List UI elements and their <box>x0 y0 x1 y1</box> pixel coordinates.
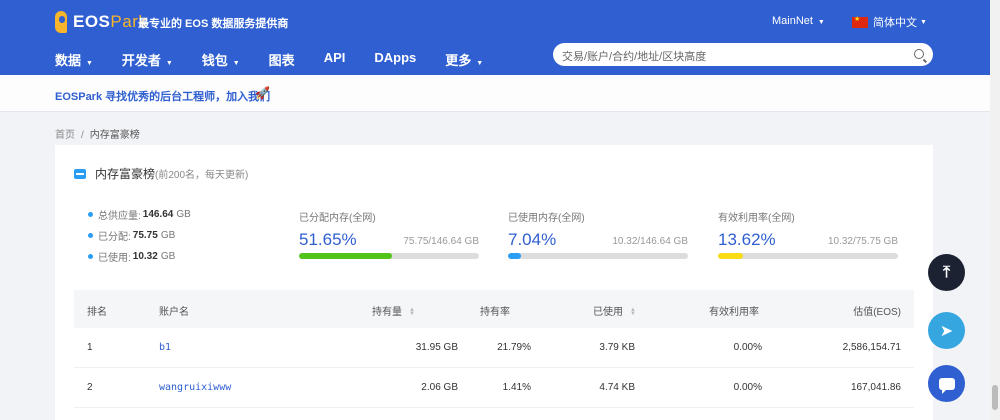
logo[interactable]: EOSPark <box>55 11 147 33</box>
cell-holding: 2.06 GB <box>421 382 458 393</box>
stat-label: 已使用内存(全网) <box>508 213 585 224</box>
cell-valuation: 2,586,154.71 <box>842 342 901 353</box>
chevron-down-icon: ▼ <box>230 60 240 67</box>
cell-holding-rate: 21.79% <box>497 342 531 353</box>
stat-percent: 51.65% <box>299 230 357 249</box>
breadcrumb: 首页 / 内存富豪榜 <box>55 126 140 141</box>
announcement-bar: EOSPark 寻找优秀的后台工程师，加入我们 🚀 <box>0 75 990 112</box>
scrollbar-thumb[interactable] <box>992 385 998 410</box>
page-title: 内存富豪榜 <box>95 167 156 181</box>
cell-efficiency: 0.00% <box>733 342 762 353</box>
account-link[interactable]: b1 <box>159 342 171 353</box>
logo-text: EOSPark <box>73 12 148 31</box>
total-supply: 总供应量: 146.64 GB <box>88 207 191 222</box>
progress-fill <box>299 253 392 259</box>
arrow-up-icon: ⤒ <box>942 263 951 281</box>
progress-bar <box>718 253 898 259</box>
chevron-down-icon: ▼ <box>163 60 173 67</box>
top-header: EOSPark 最专业的 EOS 数据服务提供商 MainNet ▼ 简体中文▼… <box>0 0 1000 75</box>
nav-api[interactable]: API <box>324 50 346 69</box>
search-icon[interactable] <box>914 49 924 59</box>
chat-icon <box>938 377 955 394</box>
col-holding[interactable]: 持有量 ▲ ▼ <box>372 303 415 318</box>
col-valuation: 估值(EOS) <box>853 307 901 318</box>
stat-ratio: 10.32/75.75 GB <box>827 236 898 247</box>
stat-allocated: 已分配内存(全网) 51.65% 75.75/146.64 GB <box>299 209 479 259</box>
total-allocated: 已分配: 75.75 GB <box>88 228 191 243</box>
breadcrumb-current: 内存富豪榜 <box>89 130 140 141</box>
bullet-icon <box>88 233 93 238</box>
table-row: 2 wangruixiwww 2.06 GB 1.41% 4.74 KB 0.0… <box>74 368 914 408</box>
col-efficiency: 有效利用率 <box>709 307 759 318</box>
sort-icon[interactable]: ▲ ▼ <box>630 307 636 317</box>
memory-totals: 总供应量: 146.64 GB 已分配: 75.75 GB 已使用: 10.32 GB <box>88 207 191 270</box>
nav-dapps[interactable]: DApps <box>374 50 416 69</box>
chevron-down-icon: ▼ <box>815 19 825 26</box>
col-used[interactable]: 已使用 ▲ ▼ <box>593 303 636 318</box>
nav-more[interactable]: 更多 ▼ <box>445 50 483 69</box>
bullet-icon <box>88 212 93 217</box>
language-selector[interactable]: 简体中文▼ <box>852 14 927 30</box>
main-nav: 数据 ▼ 开发者 ▼ 钱包 ▼ 图表 API DApps 更多 ▼ <box>55 50 512 69</box>
stat-used: 已使用内存(全网) 7.04% 10.32/146.64 GB <box>508 209 688 259</box>
search-input[interactable]: 交易/账户/合约/地址/区块高度 <box>553 43 933 66</box>
back-to-top-button[interactable]: ⤒ <box>928 254 965 291</box>
chevron-down-icon: ▼ <box>84 60 93 67</box>
col-holding-rate: 持有率 <box>480 307 510 318</box>
total-used: 已使用: 10.32 GB <box>88 249 191 264</box>
chevron-down-icon: ▼ <box>474 60 484 67</box>
progress-bar <box>508 253 688 259</box>
cell-holding-rate: 1.41% <box>502 382 531 393</box>
sort-icon[interactable]: ▲ ▼ <box>409 307 415 317</box>
progress-bar <box>299 253 479 259</box>
col-account: 账户名 <box>159 307 189 318</box>
search-placeholder: 交易/账户/合约/地址/区块高度 <box>562 51 707 63</box>
chat-button[interactable] <box>928 365 965 402</box>
cell-holding: 31.95 GB <box>415 342 458 353</box>
breadcrumb-separator: / <box>81 130 84 141</box>
stat-ratio: 75.75/146.64 GB <box>403 236 479 247</box>
stat-label: 已分配内存(全网) <box>299 213 376 224</box>
table-header: 排名 账户名 持有量 ▲ ▼ 持有率 已使用 ▲ ▼ 有效利用率 估值(EOS) <box>74 290 914 328</box>
cell-valuation: 167,041.86 <box>850 382 901 393</box>
announcement-link[interactable]: EOSPark 寻找优秀的后台工程师，加入我们 <box>55 88 270 104</box>
table-row: 1 b1 31.95 GB 21.79% 3.79 KB 0.00% 2,586… <box>74 328 914 368</box>
telegram-icon: ➤ <box>939 322 954 340</box>
account-link[interactable]: wangruixiwww <box>159 382 231 393</box>
breadcrumb-home[interactable]: 首页 <box>55 130 75 141</box>
cell-used: 4.74 KB <box>599 382 635 393</box>
ranking-icon <box>74 168 86 179</box>
progress-fill <box>718 253 743 259</box>
col-rank: 排名 <box>87 307 107 318</box>
page-scrollbar[interactable] <box>990 0 1000 420</box>
cell-used: 3.79 KB <box>599 342 635 353</box>
logo-icon <box>55 11 69 33</box>
stat-percent: 7.04% <box>508 230 557 249</box>
nav-charts[interactable]: 图表 <box>269 50 295 69</box>
stat-percent: 13.62% <box>718 230 776 249</box>
nav-data[interactable]: 数据 ▼ <box>55 50 93 69</box>
china-flag-icon <box>852 15 868 28</box>
stat-ratio: 10.32/146.64 GB <box>612 236 688 247</box>
bullet-icon <box>88 254 93 259</box>
chevron-down-icon: ▼ <box>920 18 927 26</box>
stat-efficiency: 有效利用率(全网) 13.62% 10.32/75.75 GB <box>718 209 898 259</box>
rocket-icon: 🚀 <box>255 86 270 100</box>
network-selector[interactable]: MainNet ▼ <box>772 15 825 27</box>
cell-rank: 1 <box>87 342 93 353</box>
slogan: 最专业的 EOS 数据服务提供商 <box>138 18 289 30</box>
cell-efficiency: 0.00% <box>733 382 762 393</box>
memory-ranking-card: 内存富豪榜 (前200名，每天更新) 总供应量: 146.64 GB 已分配: 75.… <box>55 145 933 420</box>
progress-fill <box>508 253 521 259</box>
cell-rank: 2 <box>87 382 93 393</box>
telegram-button[interactable]: ➤ <box>928 312 965 349</box>
stat-label: 有效利用率(全网) <box>718 213 795 224</box>
nav-wallet[interactable]: 钱包 ▼ <box>202 50 240 69</box>
page-subtitle: (前200名，每天更新) <box>155 170 249 181</box>
nav-developer[interactable]: 开发者 ▼ <box>122 50 173 69</box>
card-title: 内存富豪榜 (前200名，每天更新) <box>74 165 248 182</box>
